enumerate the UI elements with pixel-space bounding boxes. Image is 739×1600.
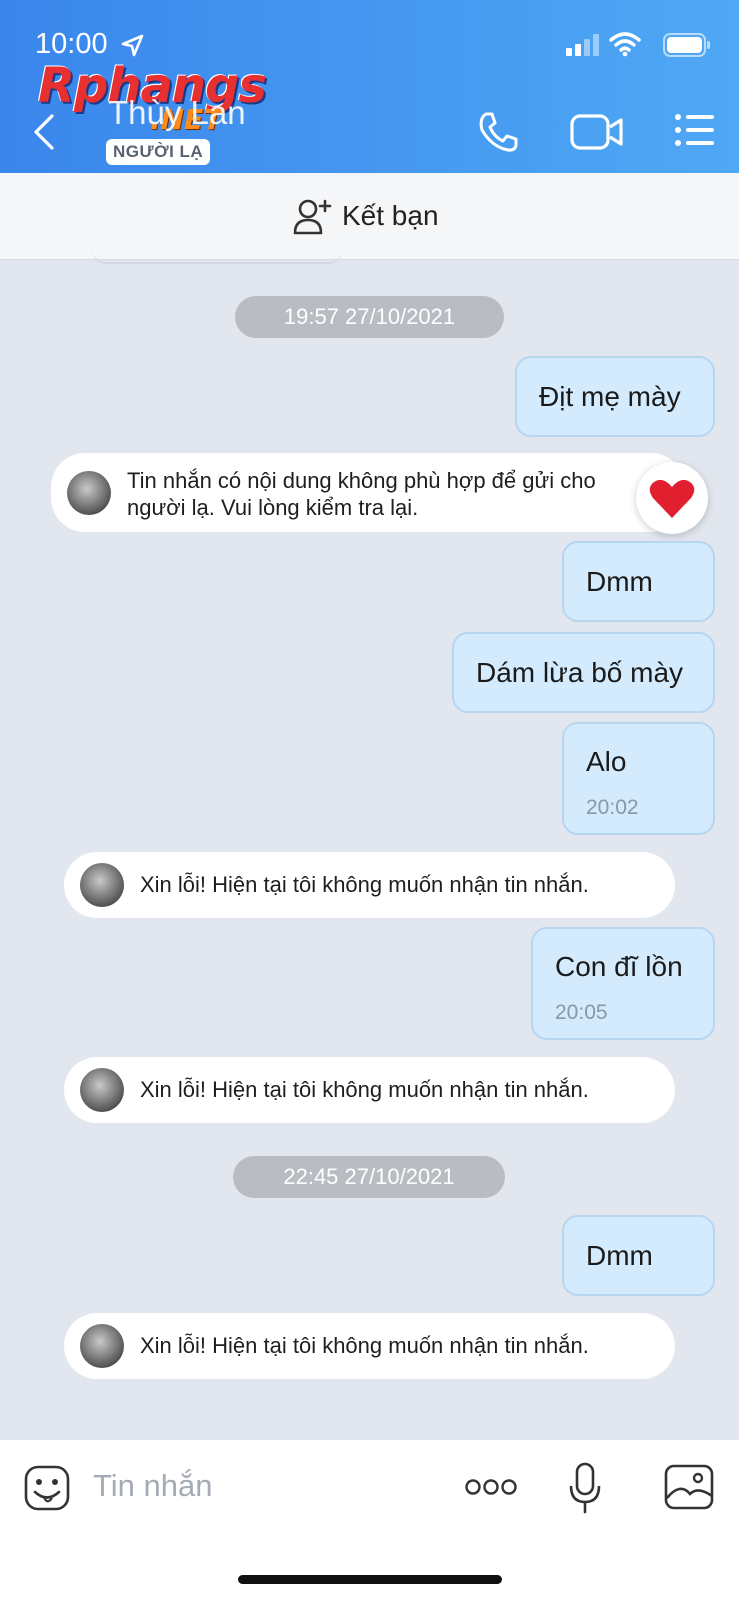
menu-icon[interactable] — [674, 112, 716, 148]
sticker-icon[interactable] — [24, 1465, 70, 1511]
phone-icon[interactable] — [476, 110, 520, 154]
outgoing-message[interactable]: Alo 20:02 — [562, 722, 715, 835]
message-text: Con đĩ lồn — [555, 951, 683, 982]
back-icon[interactable] — [30, 112, 56, 152]
notice-text: Xin lỗi! Hiện tại tôi không muốn nhận ti… — [140, 1077, 589, 1102]
avatar — [80, 863, 124, 907]
status-time: 10:00 — [35, 28, 108, 60]
heart-icon — [649, 479, 695, 518]
more-icon[interactable] — [464, 1478, 518, 1496]
notice-line: Tin nhắn có nội dung không phù hợp để gử… — [127, 468, 596, 493]
image-icon[interactable] — [664, 1464, 714, 1510]
wifi-icon — [609, 32, 641, 57]
outgoing-message[interactable]: Dmm — [562, 1215, 715, 1296]
home-indicator[interactable] — [238, 1575, 502, 1584]
previous-card-edge — [92, 250, 342, 264]
stranger-badge: NGƯỜI LẠ — [106, 139, 211, 165]
system-notice: Xin lỗi! Hiện tại tôi không muốn nhận ti… — [64, 1313, 675, 1379]
outgoing-message[interactable]: Địt mẹ mày — [515, 356, 715, 437]
reaction-button[interactable] — [636, 462, 708, 534]
location-arrow-icon — [121, 34, 144, 57]
message-input[interactable]: Tin nhắn — [93, 1468, 213, 1504]
date-separator: 22:45 27/10/2021 — [233, 1156, 505, 1198]
avatar — [67, 471, 111, 515]
message-time: 20:02 — [586, 796, 639, 819]
add-friend-label[interactable]: Kết bạn — [342, 200, 439, 232]
message-time: 20:05 — [555, 1001, 608, 1024]
system-notice: Tin nhắn có nội dung không phù hợp để gử… — [51, 453, 685, 532]
outgoing-message[interactable]: Con đĩ lồn 20:05 — [531, 927, 715, 1040]
date-separator: 19:57 27/10/2021 — [235, 296, 504, 338]
battery-icon — [663, 33, 710, 57]
avatar — [80, 1324, 124, 1368]
system-notice: Xin lỗi! Hiện tại tôi không muốn nhận ti… — [64, 852, 675, 918]
outgoing-message[interactable]: Dmm — [562, 541, 715, 622]
notice-text: Xin lỗi! Hiện tại tôi không muốn nhận ti… — [140, 1333, 589, 1358]
mic-icon[interactable] — [568, 1462, 602, 1514]
notice-line: người lạ. Vui lòng kiểm tra lại. — [127, 495, 419, 520]
signal-icon — [566, 34, 599, 56]
notice-text: Xin lỗi! Hiện tại tôi không muốn nhận ti… — [140, 872, 589, 897]
contact-name[interactable]: Thùy Lan — [108, 94, 246, 132]
outgoing-message[interactable]: Dám lừa bố mày — [452, 632, 715, 713]
message-text: Alo — [586, 746, 627, 777]
video-icon[interactable] — [570, 112, 624, 152]
system-notice: Xin lỗi! Hiện tại tôi không muốn nhận ti… — [64, 1057, 675, 1123]
avatar — [80, 1068, 124, 1112]
add-friend-icon[interactable] — [293, 197, 333, 235]
